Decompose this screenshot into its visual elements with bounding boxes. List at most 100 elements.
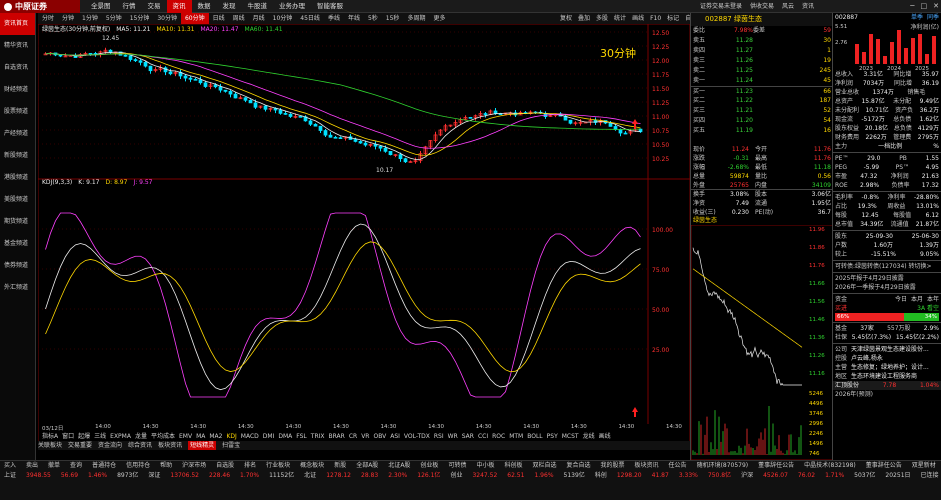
orderbook-row[interactable]: 卖四 11.27 1	[691, 46, 833, 56]
sidebar-item[interactable]: 期货频道	[0, 211, 35, 233]
intraday-mini-chart[interactable]: 11.96 11.86 11.76 11.66 11.56 11.46 11.36 11.26…	[691, 225, 833, 460]
menu-item[interactable]: 牛股道	[242, 0, 274, 13]
orderbook-row[interactable]: 买一 11.23 66	[691, 86, 833, 96]
indicator-tab[interactable]: 窗口	[62, 432, 74, 441]
indicator-tab[interactable]: RSI	[434, 432, 444, 441]
indicator-tab[interactable]: 平均成本	[151, 432, 175, 441]
period-tab[interactable]: 1分钟	[78, 13, 102, 24]
sidebar-item[interactable]: 精华资讯	[0, 35, 35, 57]
status-item[interactable]: 创业	[450, 471, 462, 481]
status-item[interactable]: 1.46%	[88, 471, 107, 481]
indicator-tab[interactable]: TRIX	[311, 432, 325, 441]
indicator-tab[interactable]: EXPMA	[110, 432, 131, 441]
status-item[interactable]: 56.69	[61, 471, 78, 481]
period-tab[interactable]: 更多	[429, 13, 449, 24]
indicator-tab[interactable]: WR	[448, 432, 458, 441]
indicator-tab[interactable]: CCI	[478, 432, 488, 441]
sidebar-item[interactable]: 自选资讯	[0, 57, 35, 79]
status-item[interactable]: 1.71%	[825, 471, 844, 481]
orderbook-row[interactable]: 卖五 11.28 30	[691, 36, 833, 46]
status-item[interactable]: 董事辞任公告	[866, 461, 902, 471]
status-item[interactable]: 自选股	[216, 461, 234, 471]
status-item[interactable]: 我的股票	[601, 461, 625, 471]
period-tab[interactable]: 季线	[324, 13, 344, 24]
top-right-link[interactable]: 风云	[782, 0, 794, 13]
indicator-tab[interactable]: EMV	[179, 432, 192, 441]
menu-item[interactable]: 智能客服	[311, 0, 349, 13]
status-item[interactable]: 双星新材	[912, 461, 936, 471]
status-item[interactable]: 750.8亿	[708, 471, 731, 481]
period-tab[interactable]: 周线	[229, 13, 249, 24]
indicator-tab[interactable]: ASI	[390, 432, 400, 441]
orderbook-row[interactable]: 买四 11.20 54	[691, 116, 833, 126]
status-item[interactable]: 13706.52	[170, 471, 199, 481]
indicator-tab[interactable]: VR	[361, 432, 369, 441]
orderbook-row[interactable]: 买三 11.21 52	[691, 106, 833, 116]
report-notice[interactable]: 2025年报于4月29日披露	[833, 274, 941, 283]
status-item[interactable]: 126.1亿	[417, 471, 440, 481]
period-tab[interactable]: 5分钟	[102, 13, 126, 24]
period-tab[interactable]: 15分钟	[126, 13, 154, 24]
peer-row[interactable]: 汇顶股份 7.78 1.04%	[833, 381, 941, 390]
status-item[interactable]: 信用持仓	[126, 461, 150, 471]
orderbook-row[interactable]: 卖二 11.25 245	[691, 66, 833, 76]
chart-tool-button[interactable]: 统计	[614, 13, 626, 24]
status-item[interactable]: 随机环境(870579)	[697, 461, 749, 471]
period-tab[interactable]: 45日线	[296, 13, 324, 24]
menu-item[interactable]: 全景图	[85, 0, 117, 13]
fin-tab[interactable]: 同季	[927, 14, 939, 21]
period-tab[interactable]: 日线	[209, 13, 229, 24]
status-item[interactable]: 5037亿	[854, 471, 875, 481]
indicator-tab[interactable]: 画线	[599, 432, 611, 441]
status-item[interactable]: 董事辞任公告	[758, 461, 794, 471]
info-tab[interactable]: 板块资讯	[158, 441, 182, 450]
period-tab[interactable]: 分时	[38, 13, 58, 24]
period-tab[interactable]: 5秒	[364, 13, 382, 24]
indicator-tab[interactable]: MACD	[241, 432, 259, 441]
status-item[interactable]: 概念板块	[300, 461, 324, 471]
status-item[interactable]: 复合自选	[567, 461, 591, 471]
info-tab[interactable]: 交易重要	[68, 441, 92, 450]
status-item[interactable]: 5139亿	[564, 471, 585, 481]
status-item[interactable]: 沪深市场	[182, 461, 206, 471]
status-item[interactable]: 20251日	[885, 471, 910, 481]
period-tab[interactable]: 15秒	[382, 13, 404, 24]
indicator-tab[interactable]: DMI	[263, 432, 275, 441]
status-item[interactable]: 11152亿	[269, 471, 294, 481]
indicator-tab[interactable]: 龙量	[135, 432, 147, 441]
flow-tab[interactable]: 本年	[927, 296, 939, 303]
period-tab[interactable]: 多周期	[403, 13, 429, 24]
indicator-tab[interactable]: BRAR	[329, 432, 345, 441]
status-item[interactable]: 帮助	[160, 461, 172, 471]
status-item[interactable]: 买入	[4, 461, 16, 471]
info-tab[interactable]: 扫雷宝	[222, 441, 240, 450]
chart-tool-button[interactable]: 画线	[632, 13, 644, 24]
status-item[interactable]: 双栏自选	[532, 461, 556, 471]
chart-tool-button[interactable]: 叠加	[578, 13, 590, 24]
status-item[interactable]: 卖出	[26, 461, 38, 471]
sidebar-item[interactable]: 债券频道	[0, 255, 35, 277]
chart-tool-button[interactable]: F10	[650, 13, 661, 24]
info-tab[interactable]: 关联板块	[38, 441, 62, 450]
indicator-tab[interactable]: FSL	[296, 432, 307, 441]
status-item[interactable]: 2.30%	[388, 471, 407, 481]
status-item[interactable]: 41.87	[652, 471, 669, 481]
maximize-icon[interactable]: □	[921, 0, 928, 13]
period-tab[interactable]: 年线	[344, 13, 364, 24]
sidebar-item[interactable]: 外汇频道	[0, 277, 35, 299]
sidebar-item[interactable]: 产经频道	[0, 123, 35, 145]
status-item[interactable]: 科创	[595, 471, 607, 481]
top-right-link[interactable]: 供收交易	[750, 0, 774, 13]
indicator-tab[interactable]: MTM	[509, 432, 523, 441]
period-tab[interactable]: 月线	[249, 13, 269, 24]
indicator-tab[interactable]: 指标A	[42, 432, 58, 441]
status-item[interactable]: 普通持仓	[92, 461, 116, 471]
status-item[interactable]: 62.51	[507, 471, 524, 481]
status-item[interactable]: 1.96%	[534, 471, 553, 481]
status-item[interactable]: 任公告	[669, 461, 687, 471]
status-item[interactable]: 撤单	[48, 461, 60, 471]
period-tab[interactable]: 30分钟	[153, 13, 181, 24]
sidebar-item[interactable]: 资讯首页	[0, 13, 35, 35]
status-item[interactable]: 1.70%	[240, 471, 259, 481]
indicator-tab[interactable]: DMA	[278, 432, 292, 441]
